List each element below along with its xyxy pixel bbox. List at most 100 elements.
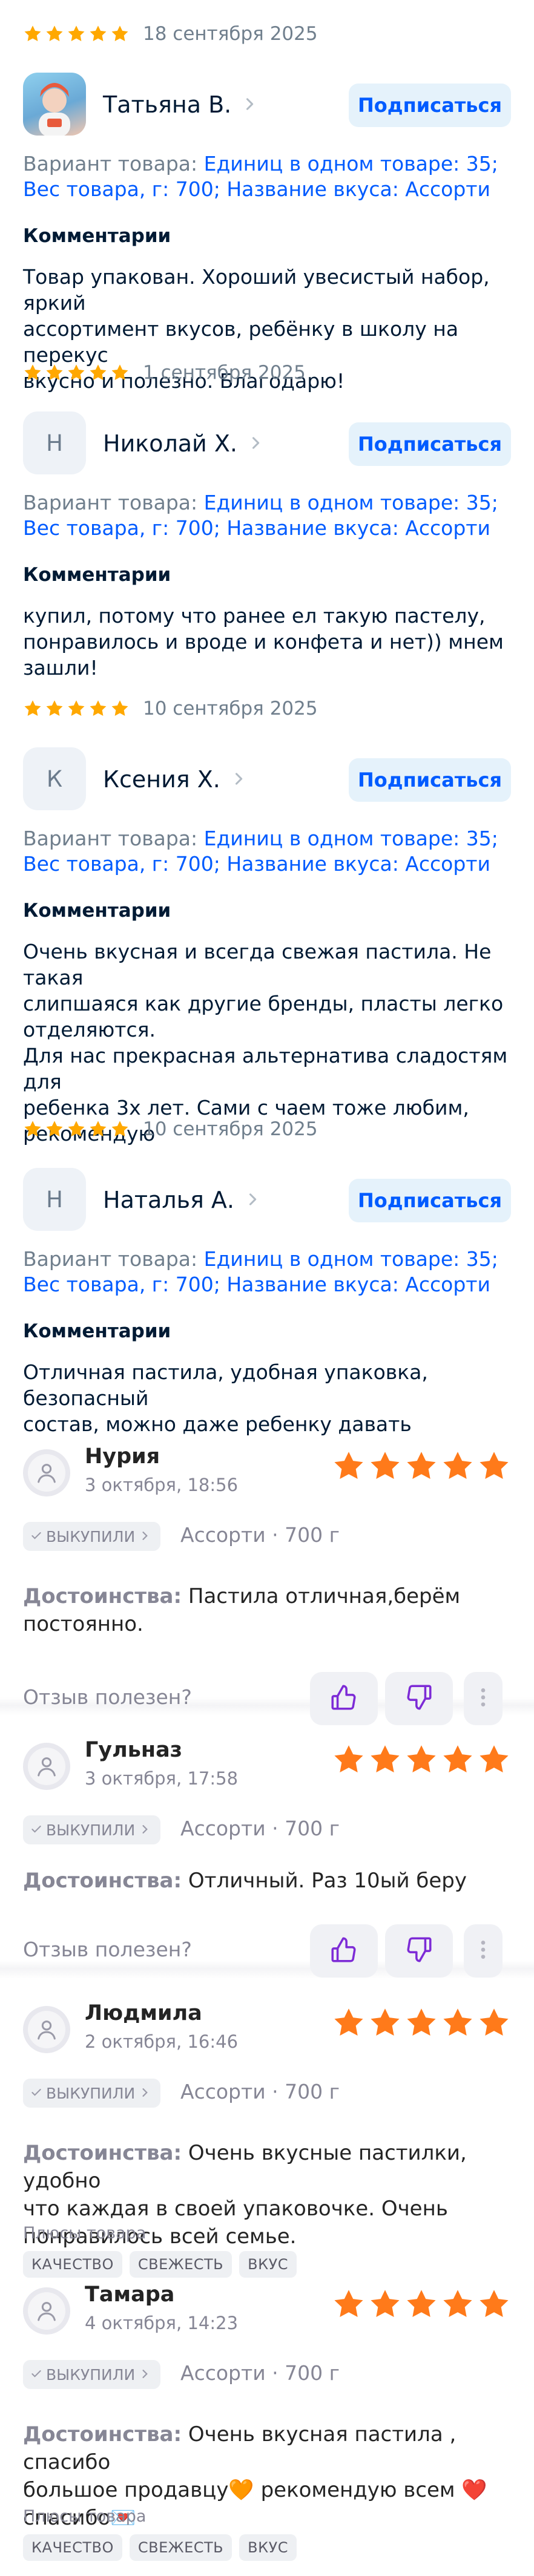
product-variant: Вариант товара: Единиц в одном товаре: 3… [23,151,511,202]
star-icon [67,363,86,382]
chevron-right-icon [139,1528,151,1545]
author-name[interactable]: Наталья А. [103,1187,234,1213]
rating-stars [329,2287,511,2324]
star-icon [110,699,130,718]
like-button[interactable] [310,1924,378,1978]
bought-badge[interactable]: ВЫКУПИЛИ [23,1522,161,1551]
chevron-right-icon[interactable] [247,434,264,451]
more-button[interactable] [464,1924,503,1978]
review-text: Достоинства: Отличный. Раз 10ый беру [23,1867,511,1895]
avatar[interactable]: Н [23,411,86,474]
pros-line: большое продавцу🧡 рекомендую всем ❤️ [23,2478,487,2502]
avatar [23,2287,70,2335]
pros-label: Достоинства: [23,1869,182,1893]
star-icon [402,2287,438,2324]
subscribe-button[interactable]: Подписаться [349,1179,511,1222]
pros-tag[interactable]: СВЕЖЕСТЬ [129,2534,232,2561]
avatar-letter: Н [46,430,63,456]
bought-badge[interactable]: ВЫКУПИЛИ [23,2360,161,2389]
comment-line: Товар упакован. Хороший увесистый набор,… [23,265,490,315]
star-icon [45,699,64,718]
star-icon [23,24,42,44]
chevron-right-icon[interactable] [230,770,247,787]
bought-label: ВЫКУПИЛИ [46,2365,136,2384]
bought-label: ВЫКУПИЛИ [46,1821,136,1839]
author-name[interactable]: Николай Х. [103,430,237,457]
rating-stars: 18 сентября 2025 [23,23,318,45]
bought-badge[interactable]: ВЫКУПИЛИ [23,1815,161,1844]
more-vert-icon [477,1938,489,1964]
comment-line: состав, можно даже ребенку давать [23,1412,412,1436]
thumb-up-icon [329,1935,359,1967]
wb-review: Нурия 3 октября, 18:56 ВЫКУПИЛИ Ассорти · 7… [0,1437,534,1725]
like-button[interactable] [310,1672,378,1725]
star-icon [67,699,86,718]
star-icon [366,1743,402,1779]
chevron-right-icon[interactable] [244,1191,261,1208]
author-name[interactable]: Татьяна В. [103,91,231,118]
star-icon [45,363,64,382]
avatar [23,1743,70,1790]
star-icon [23,699,42,718]
user-icon [28,2292,65,2330]
star-icon [438,2006,475,2042]
pros-tag[interactable]: ВКУС [239,2534,297,2561]
bought-badge[interactable]: ВЫКУПИЛИ [23,2079,161,2108]
avatar[interactable]: Н [23,1168,86,1231]
review-date: 3 октября, 18:56 [85,1475,239,1495]
avatar[interactable] [23,73,86,136]
comment-line: отделяются. [23,1018,156,1041]
pros-tag[interactable]: КАЧЕСТВО [23,2534,122,2561]
star-icon [366,2287,402,2324]
variant-label: Вариант товара: [23,491,204,514]
more-button[interactable] [464,1672,503,1725]
star-icon [475,2287,511,2324]
pros-line: Пастила отличная,берём [188,1584,461,1608]
pros-label: Достоинства: [23,1584,182,1608]
user-icon [28,2011,65,2048]
comment-heading: Комментарии [23,900,171,922]
review-author: Н Наталья А. Подписаться [23,1168,511,1231]
star-icon [23,363,42,382]
pros-tag[interactable]: КАЧЕСТВО [23,2251,122,2278]
pros-tag[interactable]: ВКУС [239,2251,297,2278]
rating-stars: 1 сентября 2025 [23,362,306,384]
product-variant: Вариант товара: Единиц в одном товаре: 3… [23,490,511,541]
chevron-right-icon[interactable] [241,96,258,113]
ozon-review: 10 сентября 2025 К Ксения Х. Подписаться Вар… [0,675,534,1145]
comment-line: Очень вкусная и всегда свежая пастила. Н… [23,940,492,989]
user-icon [28,1454,65,1492]
avatar[interactable]: К [23,747,86,810]
pros-tag[interactable]: СВЕЖЕСТЬ [129,2251,232,2278]
subscribe-button[interactable]: Подписаться [349,422,511,466]
comment-heading: Комментарии [23,1320,171,1342]
product-option: Ассорти · 700 г [180,2080,340,2103]
comment-line: слипшаяся как другие бренды, пласты легк… [23,992,504,1015]
pros-tags: КАЧЕСТВО СВЕЖЕСТЬ ВКУС [23,2251,297,2278]
subscribe-button[interactable]: Подписаться [349,758,511,802]
star-icon [88,699,108,718]
comment-line: Отличная пастила, удобная упаковка, безо… [23,1360,428,1410]
bought-label: ВЫКУПИЛИ [46,1527,136,1545]
subscribe-button[interactable]: Подписаться [349,84,511,127]
star-icon [45,24,64,44]
review-date: 4 октября, 14:23 [85,2313,239,2333]
rating-stars [329,1449,511,1486]
check-icon [30,2085,42,2102]
comment-text: Отличная пастила, удобная упаковка, безо… [23,1359,511,1437]
dislike-button[interactable] [385,1924,453,1978]
review-date: 1 сентября 2025 [143,362,306,384]
author-name[interactable]: Ксения Х. [103,766,220,793]
star-icon [88,24,108,44]
pros-tags-label: Плюсы товара [23,2507,147,2526]
star-icon [402,1449,438,1486]
star-icon [110,24,130,44]
star-icon [438,2287,475,2324]
review-author: Н Николай Х. Подписаться [23,411,511,475]
rating-stars [329,2006,511,2042]
star-icon [45,1119,64,1139]
star-icon [475,2006,511,2042]
star-icon [329,1449,366,1486]
check-icon [30,1821,42,1839]
dislike-button[interactable] [385,1672,453,1725]
